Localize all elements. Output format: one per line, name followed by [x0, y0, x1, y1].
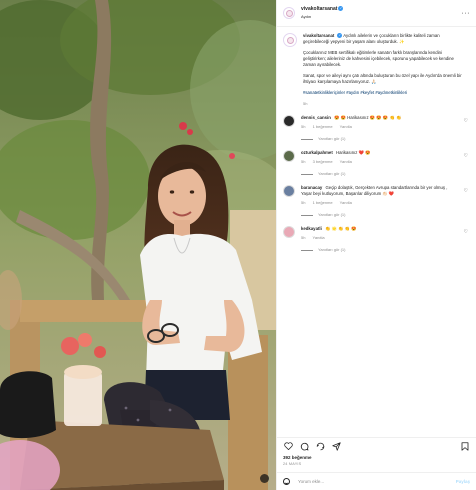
commenter-avatar[interactable] [283, 115, 295, 127]
comment-time: 5h [301, 200, 306, 205]
post-date: 24 MAYIS [283, 462, 302, 466]
caption-body: vivakoltarsanat ✓ Aydınlı ailelerin ve ço… [303, 33, 463, 107]
commenter-username[interactable]: ozturkalpahmet [301, 150, 333, 155]
comment-text: Harikasınız ❤️ 😍 [335, 150, 371, 155]
comment-time: 5h [301, 124, 306, 129]
save-bookmark-icon[interactable] [460, 441, 470, 451]
comment-reply-button[interactable]: Yanıtla [340, 124, 352, 129]
multi-media-indicator [260, 474, 269, 483]
comment-likes[interactable]: 1 beğenme [313, 200, 333, 205]
comment-meta: 5h 1 beğenme Yanıtla [301, 124, 453, 130]
author-avatar[interactable] [283, 7, 295, 19]
replies-divider [301, 249, 313, 251]
view-replies-label: Yanıtları gör (1) [318, 247, 346, 252]
view-replies[interactable]: Yanıtları gör (1) [301, 212, 453, 218]
replies-divider [301, 138, 313, 140]
add-comment-bar: Paylaş [277, 472, 476, 490]
instagram-post: vivakoltarsanat ✓ Aydın ··· vivakoltarsan… [0, 0, 476, 490]
comments-scroll-area[interactable]: vivakoltarsanat ✓ Aydınlı ailelerin ve ço… [277, 27, 476, 437]
comment-item: dennis_cansin 😍 😍 Harikasınız 😍 😍 😍 👏 👏 … [283, 115, 468, 142]
comment-like-heart-icon[interactable]: ♡ [464, 229, 468, 235]
commenter-avatar[interactable] [283, 150, 295, 162]
commenter-username[interactable]: dennis_cansin [301, 115, 331, 120]
commenter-avatar[interactable] [283, 185, 295, 197]
commenter-username[interactable]: baranacay [301, 185, 322, 190]
verified-badge-icon: ✓ [338, 6, 344, 12]
comment-body: ozturkalpahmet Harikasınız ❤️ 😍 5h 3 beğ… [301, 150, 453, 177]
comment-body: baranacay Geçip dolaştık, Gerçekten Avru… [301, 185, 453, 218]
comment-like-heart-icon[interactable]: ♡ [464, 118, 468, 124]
caption-username[interactable]: vivakoltarsanat [303, 33, 334, 38]
post-photo[interactable] [0, 0, 276, 490]
comment-item: ozturkalpahmet Harikasınız ❤️ 😍 5h 3 beğ… [283, 150, 468, 177]
post-details-panel: vivakoltarsanat ✓ Aydın ··· vivakoltarsan… [276, 0, 476, 490]
view-replies-label: Yanıtları gör (1) [318, 171, 346, 176]
post-header-text: vivakoltarsanat ✓ Aydın [301, 6, 344, 20]
caption-hashtags[interactable]: #sanatetkinlikleriçinler #aydın #keyfet … [303, 90, 463, 96]
comment-input[interactable] [296, 478, 456, 485]
share-icon[interactable] [315, 441, 325, 451]
post-caption: vivakoltarsanat ✓ Aydınlı ailelerin ve ço… [283, 33, 468, 107]
comment-reply-button[interactable]: Yanıtla [313, 235, 325, 240]
comment-time: 5h [301, 235, 306, 240]
view-replies-label: Yanıtları gör (1) [318, 136, 346, 141]
post-location[interactable]: Aydın [301, 13, 343, 20]
comment-reply-button[interactable]: Yanıtla [340, 200, 352, 205]
comment-meta: 5h Yanıtla [301, 235, 453, 241]
comment-like-heart-icon[interactable]: ♡ [464, 188, 468, 194]
comment-reply-button[interactable]: Yanıtla [340, 159, 352, 164]
view-replies[interactable]: Yanıtları gör (1) [301, 247, 453, 253]
verified-badge-icon: ✓ [337, 33, 343, 39]
comment-item: baranacay Geçip dolaştık, Gerçekten Avru… [283, 185, 468, 218]
post-comment-button[interactable]: Paylaş [456, 479, 470, 484]
view-replies-label: Yanıtları gör (1) [318, 212, 346, 217]
comment-time: 5h [301, 159, 306, 164]
caption-author-avatar[interactable] [283, 33, 297, 47]
comment-text: 👏 🌟 👏 👏 😍 [325, 226, 357, 231]
comment-likes[interactable]: 1 beğenme [313, 124, 333, 129]
author-username[interactable]: vivakoltarsanat [301, 6, 337, 12]
like-heart-icon[interactable] [283, 441, 293, 451]
post-header: vivakoltarsanat ✓ Aydın ··· [277, 0, 476, 27]
replies-divider [301, 214, 313, 216]
view-replies[interactable]: Yanıtları gör (1) [301, 171, 453, 177]
photo-scene [0, 0, 276, 490]
emoji-smiley-icon[interactable] [283, 478, 290, 485]
comment-bubble-icon[interactable] [299, 441, 309, 451]
comment-like-heart-icon[interactable]: ♡ [464, 153, 468, 159]
commenter-avatar[interactable] [283, 226, 295, 238]
caption-time: 5h [303, 101, 308, 106]
caption-paragraph-2: Çocuklarınız MEB sertifikalı eğitimlerle… [303, 50, 454, 67]
send-paper-plane-icon[interactable] [331, 441, 341, 451]
post-actions-bar [277, 437, 476, 454]
comment-meta: 5h 3 beğenme Yanıtla [301, 159, 453, 165]
likes-count[interactable]: 392 beğenme [277, 454, 476, 461]
commenter-username[interactable]: kedkayatli [301, 226, 322, 231]
comment-body: kedkayatli 👏 🌟 👏 👏 😍 5h Yanıtla Yanıtlar… [301, 226, 453, 253]
comment-item: kedkayatli 👏 🌟 👏 👏 😍 5h Yanıtla Yanıtlar… [283, 226, 468, 253]
comment-meta: 5h 1 beğenme Yanıtla [301, 200, 453, 206]
replies-divider [301, 173, 313, 175]
view-replies[interactable]: Yanıtları gör (1) [301, 136, 453, 142]
more-options-icon[interactable]: ··· [462, 10, 471, 17]
comment-body: dennis_cansin 😍 😍 Harikasınız 😍 😍 😍 👏 👏 … [301, 115, 453, 142]
caption-paragraph-3: Sanat, spor ve aileyi aynı çatı altında … [303, 73, 462, 84]
comment-likes[interactable]: 3 beğenme [313, 159, 333, 164]
comment-text: Geçip dolaştık, Gerçekten Avrupa standar… [301, 185, 448, 196]
comment-text: 😍 😍 Harikasınız 😍 😍 😍 👏 👏 [334, 115, 402, 120]
